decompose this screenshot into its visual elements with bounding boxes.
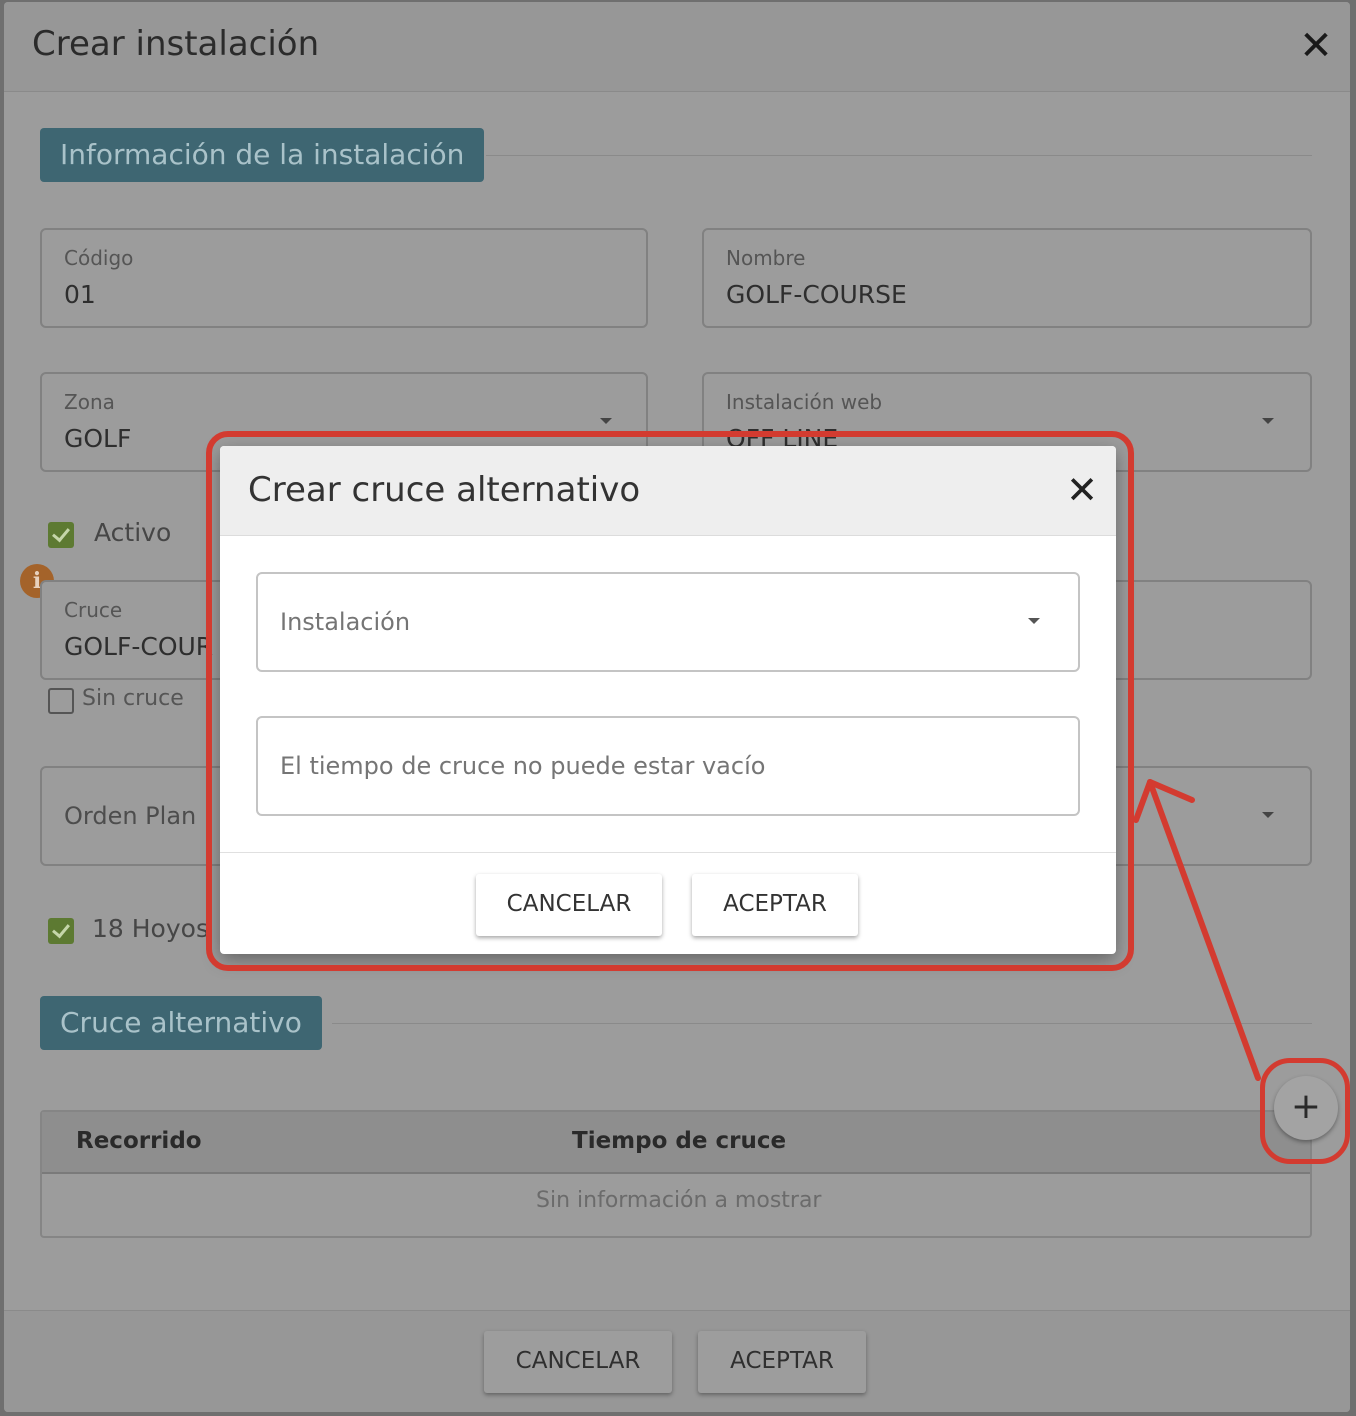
annotation-arrow <box>1133 779 1261 1081</box>
